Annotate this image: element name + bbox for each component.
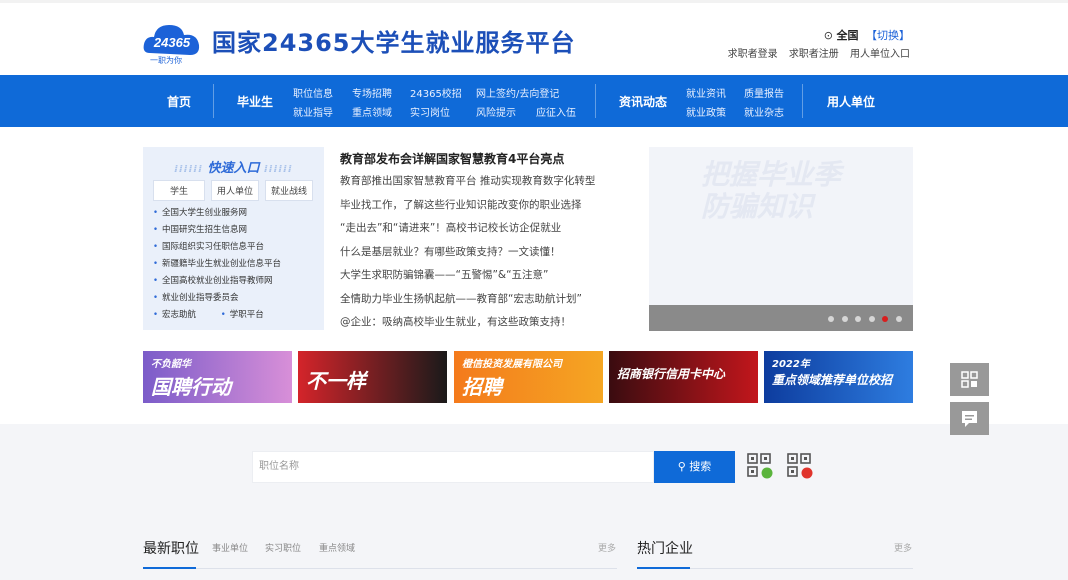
carousel-image-text: 把握毕业季 防骗知识 [701,158,842,223]
tab-public-institution[interactable]: 事业单位 [212,541,248,554]
news-list: 教育部发布会详解国家智慧教育4平台亮点 教育部推出国家智慧教育平台 推动实现教育… [340,150,630,335]
hot-companies-title[interactable]: 热门企业 [637,538,693,558]
tab-key-fields[interactable]: 重点领域 [319,541,355,554]
site-title[interactable]: 国家24365大学生就业服务平台 [212,23,576,58]
quick-entry-tabs: 学生 用人单位 就业战线 [153,180,314,201]
banner-title: 招聘 [462,375,502,399]
banner-subtitle: 橙信投资发展有限公司 [462,359,562,370]
nav-risk-alert[interactable]: 风险提示 [476,104,516,119]
location-icon: ⊙ [823,29,833,42]
news-headline[interactable]: 教育部发布会详解国家智慧教育4平台亮点 [340,150,630,170]
banner-subtitle: 不负韶华 [151,359,191,370]
news-item[interactable]: 大学生求职防骗锦囊——“五警惕”&“五注意” [340,264,630,288]
side-feedback-button[interactable] [950,402,989,435]
nav-news[interactable]: 资讯动态 [619,93,667,110]
quick-entry-list: • 全国大学生创业服务网 • 中国研究生招生信息网 • 国际组织实习任职信息平台 • 新… [153,205,281,324]
region-selector[interactable]: ⊙ 全国 【切换】 [824,27,910,43]
nav-job-info[interactable]: 职位信息 [293,85,333,100]
list-item[interactable]: • 宏志助航 [153,310,196,320]
carousel-dot[interactable] [895,316,902,322]
news-item[interactable]: @企业：吸纳高校毕业生就业，有这些政策支持！ [340,311,630,335]
promo-banner[interactable]: 橙信投资发展有限公司招聘 [454,351,603,403]
weibo-qr-icon[interactable] [787,453,813,479]
promo-banner[interactable]: 不一样 [298,351,447,403]
nav-campus-recruit[interactable]: 24365校招 [410,85,462,100]
nav-employment-news[interactable]: 就业资讯 [686,85,726,100]
search-icon: ⚲ [677,460,686,473]
side-qr-button[interactable] [950,363,989,396]
list-item[interactable]: • 新疆籍毕业生就业创业信息平台 [153,256,281,273]
nav-employer[interactable]: 用人单位 [827,93,875,110]
region-label: 全国 [836,29,859,42]
quick-entry-title: ⁞⁞⁞⁞⁞⁞ 快速入口 ⁞⁞⁞⁞⁞⁞ [174,161,293,176]
active-tab-indicator [143,567,196,569]
promo-banner[interactable]: 招商银行信用卡中心 [609,351,758,403]
carousel-dot[interactable] [855,316,861,322]
nav-online-signing[interactable]: 网上签约/去向登记 [476,85,559,100]
list-item[interactable]: • 中国研究生招生信息网 [153,222,281,239]
tab-internship[interactable]: 实习职位 [265,541,301,554]
list-item[interactable]: • 全国大学生创业服务网 [153,205,281,222]
nav-career-guidance[interactable]: 就业指导 [293,104,333,119]
hot-more-link[interactable]: 更多 [894,541,912,554]
list-item[interactable]: • 就业创业指导委员会 [153,290,281,307]
tab-employment-front[interactable]: 就业战线 [265,180,314,201]
header-links: 求职者登录 求职者注册 用人单位入口 [720,45,910,60]
message-icon [962,411,977,427]
nav-divider [802,84,803,118]
news-item[interactable]: 什么是基层就业？有哪些政策支持？一文读懂！ [340,241,630,265]
search-input[interactable]: 职位名称 [252,451,654,483]
qr-code-icon [961,371,978,388]
banner-title: 国聘行动 [151,375,231,399]
list-item[interactable]: • 国际组织实习任职信息平台 [153,239,281,256]
svg-text:24365: 24365 [153,35,191,50]
news-item[interactable]: 全情助力毕业生扬帆起航——教育部“宏志助航计划” [340,288,630,312]
region-switch-link[interactable]: 【切换】 [866,29,910,42]
carousel-dot[interactable] [828,316,834,322]
latest-more-link[interactable]: 更多 [598,541,616,554]
banner-title: 不一样 [306,369,366,393]
wechat-qr-icon[interactable] [747,453,773,479]
news-item[interactable]: “走出去”和“请进来”！高校书记校长访企促就业 [340,217,630,241]
banner-title: 招商银行信用卡中心 [617,367,726,381]
nav-key-fields[interactable]: 重点领域 [352,104,392,119]
employer-entry-link[interactable]: 用人单位入口 [850,49,910,60]
banner-subtitle: 2022年 [772,359,810,370]
nav-internships[interactable]: 实习岗位 [410,104,450,119]
jobseeker-register-link[interactable]: 求职者注册 [789,49,839,60]
latest-jobs-title[interactable]: 最新职位 [143,538,199,558]
nav-enlistment[interactable]: 应征入伍 [536,104,576,119]
divider [143,568,617,569]
header: 24365 一职为你 国家24365大学生就业服务平台 ⊙ 全国 【切换】 求职… [0,3,1068,75]
list-item: • 宏志助航 • 学职平台 [153,307,281,324]
promo-banner[interactable]: 2022年重点领域推荐单位校招 [764,351,913,403]
news-item[interactable]: 教育部推出国家智慧教育平台 推动实现教育数字化转型 [340,170,630,194]
jobseeker-login-link[interactable]: 求职者登录 [728,49,778,60]
tab-employer[interactable]: 用人单位 [211,180,260,201]
list-item[interactable]: • 全国高校就业创业指导教师网 [153,273,281,290]
news-item[interactable]: 毕业找工作，了解这些行业知识能改变你的职业选择 [340,194,630,218]
carousel[interactable]: 把握毕业季 防骗知识 [649,147,913,331]
banner-title: 重点领域推荐单位校招 [772,373,893,387]
nav-employment-policy[interactable]: 就业政策 [686,104,726,119]
main-nav: 首页 毕业生 职位信息 专场招聘 24365校招 网上签约/去向登记 就业指导 … [0,75,1068,127]
svg-text:一职为你: 一职为你 [150,55,182,65]
nav-special-recruit[interactable]: 专场招聘 [352,85,392,100]
nav-quality-report[interactable]: 质量报告 [744,85,784,100]
nav-home[interactable]: 首页 [167,93,191,110]
carousel-dot[interactable] [841,316,848,322]
list-item[interactable]: • 学职平台 [221,310,264,320]
promo-banner[interactable]: 不负韶华 国聘行动 [143,351,292,403]
nav-graduate[interactable]: 毕业生 [237,93,273,110]
active-tab-indicator [637,567,690,569]
carousel-dot[interactable] [882,316,888,322]
search-button[interactable]: ⚲ 搜索 [654,451,735,483]
nav-employment-magazine[interactable]: 就业杂志 [744,104,784,119]
carousel-dot[interactable] [868,316,875,322]
nav-divider [213,84,214,118]
nav-divider [595,84,596,118]
logo-icon[interactable]: 24365 一职为你 [142,19,202,65]
quick-entry-panel: ⁞⁞⁞⁞⁞⁞ 快速入口 ⁞⁞⁞⁞⁞⁞ 学生 用人单位 就业战线 • 全国大学生创业… [143,147,324,330]
tab-student[interactable]: 学生 [153,180,206,201]
